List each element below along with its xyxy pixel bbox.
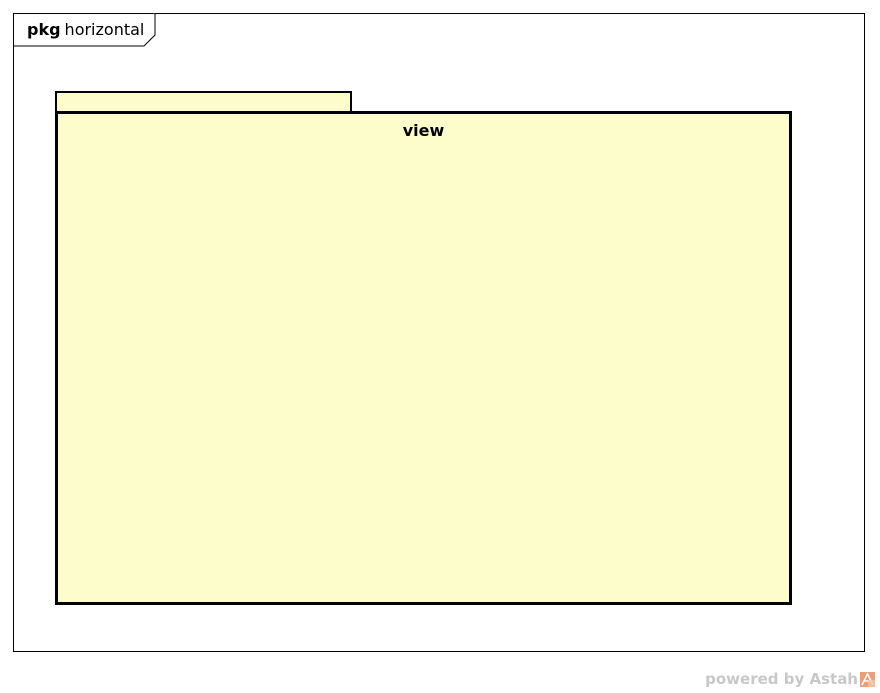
watermark-text: powered by Astah [705, 670, 858, 688]
frame-title: pkg horizontal [27, 21, 144, 39]
frame-name: horizontal [64, 20, 145, 39]
package-name: view [402, 121, 445, 140]
frame-keyword: pkg [27, 20, 61, 39]
package-view[interactable]: view [55, 111, 792, 605]
astah-logo-icon [860, 672, 875, 687]
frame-label: pkg horizontal [13, 13, 157, 47]
